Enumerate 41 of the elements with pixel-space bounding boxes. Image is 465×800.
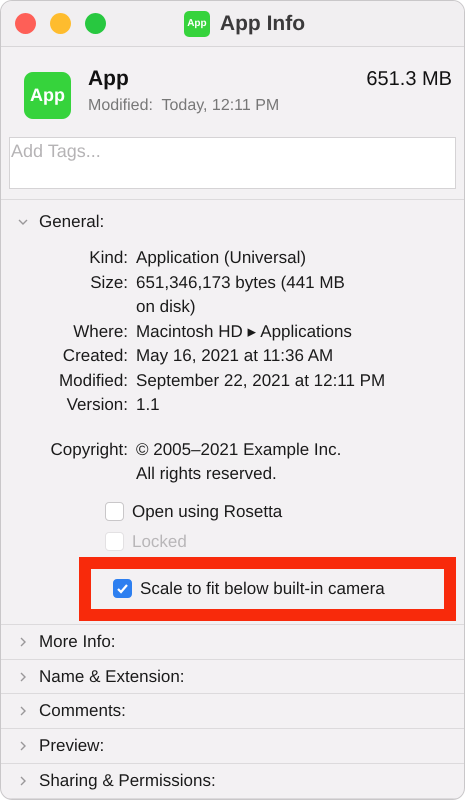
checkbox-label: Locked bbox=[132, 532, 187, 552]
checkmark-icon bbox=[116, 582, 129, 596]
section-header[interactable]: More Info: bbox=[1, 624, 464, 660]
section-title: General: bbox=[39, 212, 104, 232]
checkbox[interactable] bbox=[105, 502, 124, 522]
section-title: Name & Extension: bbox=[39, 666, 185, 686]
field-label: Size: bbox=[89, 272, 128, 294]
field-value: 651,346,173 bytes (441 MB on disk) bbox=[136, 272, 346, 318]
window-title: App Info bbox=[220, 12, 306, 36]
section-title: Preview: bbox=[39, 736, 104, 756]
section-header[interactable]: Name & Extension: bbox=[1, 660, 464, 694]
modified-date: Modified: Today, 12:11 PM bbox=[88, 97, 280, 116]
field-label: Kind: bbox=[88, 247, 128, 270]
field-value: 1.1 bbox=[136, 394, 161, 416]
field-label: Modified: bbox=[58, 370, 128, 392]
field-value: © 2005–2021 Example Inc. All rights reserved. bbox=[136, 438, 342, 486]
checkbox[interactable] bbox=[113, 579, 132, 598]
app-icon: App bbox=[24, 72, 71, 120]
section-header[interactable]: Preview: bbox=[1, 729, 464, 764]
section-title: Comments: bbox=[39, 701, 126, 722]
zoom-button[interactable] bbox=[85, 13, 106, 34]
file-size: 651.3 MB bbox=[366, 68, 452, 92]
field-label: Created: bbox=[62, 345, 128, 368]
file-name: App bbox=[88, 67, 129, 92]
field-label: Where: bbox=[72, 320, 128, 343]
section-header[interactable]: Comments: bbox=[1, 694, 464, 730]
section-title: Sharing & Permissions: bbox=[39, 771, 216, 792]
field-value: May 16, 2021 at 11:36 AM bbox=[136, 345, 334, 368]
field-value: Macintosh HD ▸ Applications bbox=[136, 320, 353, 343]
close-button[interactable] bbox=[15, 13, 36, 34]
app-icon: App bbox=[184, 10, 210, 37]
checkbox-label: Open using Rosetta bbox=[132, 502, 282, 522]
tags-field[interactable]: Add Tags... bbox=[9, 137, 456, 190]
field-value: September 22, 2021 at 12:11 PM bbox=[136, 370, 386, 392]
section-header[interactable]: Sharing & Permissions: bbox=[1, 764, 464, 799]
field-label: Version: bbox=[66, 394, 128, 416]
field-value: Application (Universal) bbox=[136, 247, 308, 270]
section-title: More Info: bbox=[39, 632, 116, 652]
checkbox-label: Scale to fit below built-in camera bbox=[140, 578, 385, 599]
minimize-button[interactable] bbox=[50, 13, 71, 34]
field-label: Copyright: bbox=[50, 438, 128, 461]
